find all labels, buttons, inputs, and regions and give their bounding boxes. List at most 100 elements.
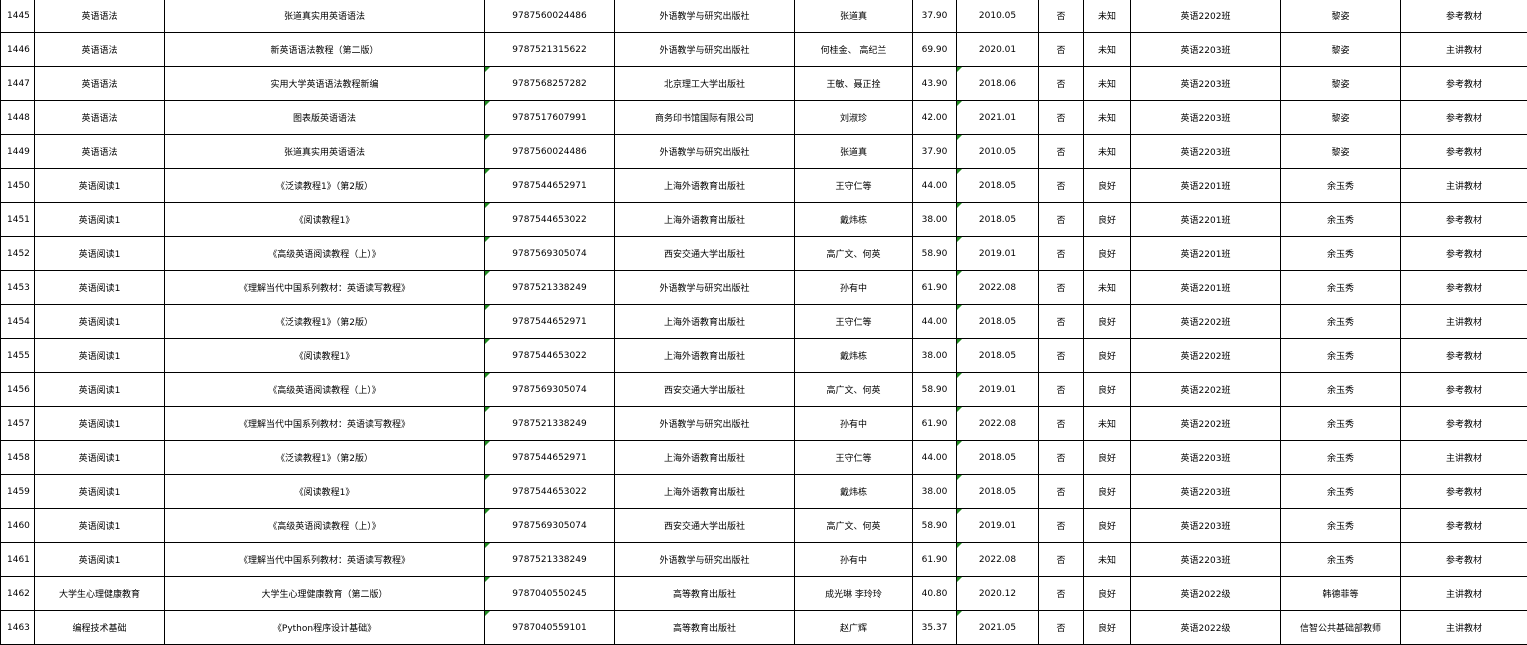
- publisher-cell[interactable]: 北京理工大学出版社: [615, 67, 795, 101]
- publisher-cell[interactable]: 西安交通大学出版社: [615, 509, 795, 543]
- author-cell[interactable]: 张道真: [795, 0, 913, 33]
- rating-cell[interactable]: 良好: [1084, 169, 1131, 203]
- price-cell[interactable]: 44.00: [913, 305, 957, 339]
- flag-cell[interactable]: 否: [1039, 475, 1084, 509]
- publish-date-cell[interactable]: 2022.08: [957, 271, 1039, 305]
- teacher-cell[interactable]: 黎姿: [1281, 33, 1401, 67]
- isbn-cell[interactable]: 9787560024486: [485, 0, 615, 33]
- book-title-cell[interactable]: 《高级英语阅读教程（上）》: [165, 509, 485, 543]
- price-cell[interactable]: 58.90: [913, 373, 957, 407]
- isbn-cell[interactable]: 9787568257282: [485, 67, 615, 101]
- publish-date-cell[interactable]: 2021.01: [957, 101, 1039, 135]
- course-name-cell[interactable]: 英语语法: [35, 135, 165, 169]
- book-title-cell[interactable]: 《理解当代中国系列教材：英语读写教程》: [165, 407, 485, 441]
- book-title-cell[interactable]: 《阅读教程1》: [165, 203, 485, 237]
- rating-cell[interactable]: 良好: [1084, 611, 1131, 645]
- author-cell[interactable]: 王敏、聂正拴: [795, 67, 913, 101]
- isbn-cell[interactable]: 9787040550245: [485, 577, 615, 611]
- teacher-cell[interactable]: 信智公共基础部教师: [1281, 611, 1401, 645]
- price-cell[interactable]: 43.90: [913, 67, 957, 101]
- material-type-cell[interactable]: 主讲教材: [1401, 169, 1527, 203]
- price-cell[interactable]: 35.37: [913, 611, 957, 645]
- price-cell[interactable]: 40.80: [913, 577, 957, 611]
- price-cell[interactable]: 37.90: [913, 135, 957, 169]
- isbn-cell[interactable]: 9787517607991: [485, 101, 615, 135]
- row-number-cell[interactable]: 1462: [1, 577, 35, 611]
- teacher-cell[interactable]: 余玉秀: [1281, 237, 1401, 271]
- rating-cell[interactable]: 良好: [1084, 305, 1131, 339]
- publish-date-cell[interactable]: 2018.05: [957, 475, 1039, 509]
- rating-cell[interactable]: 未知: [1084, 407, 1131, 441]
- table-row[interactable]: 1459英语阅读1《阅读教程1》9787544653022上海外语教育出版社戴炜…: [1, 475, 1527, 509]
- publish-date-cell[interactable]: 2018.05: [957, 339, 1039, 373]
- book-title-cell[interactable]: 《阅读教程1》: [165, 475, 485, 509]
- class-name-cell[interactable]: 英语2022级: [1131, 577, 1281, 611]
- course-name-cell[interactable]: 英语阅读1: [35, 339, 165, 373]
- teacher-cell[interactable]: 余玉秀: [1281, 509, 1401, 543]
- book-title-cell[interactable]: 《泛读教程1》（第2版）: [165, 169, 485, 203]
- material-type-cell[interactable]: 参考教材: [1401, 101, 1527, 135]
- rating-cell[interactable]: 良好: [1084, 577, 1131, 611]
- course-name-cell[interactable]: 英语阅读1: [35, 169, 165, 203]
- author-cell[interactable]: 张道真: [795, 135, 913, 169]
- author-cell[interactable]: 成光琳 李玲玲: [795, 577, 913, 611]
- isbn-cell[interactable]: 9787521338249: [485, 407, 615, 441]
- material-type-cell[interactable]: 参考教材: [1401, 339, 1527, 373]
- teacher-cell[interactable]: 韩德菲等: [1281, 577, 1401, 611]
- price-cell[interactable]: 69.90: [913, 33, 957, 67]
- course-name-cell[interactable]: 英语阅读1: [35, 543, 165, 577]
- rating-cell[interactable]: 未知: [1084, 271, 1131, 305]
- author-cell[interactable]: 高广文、何英: [795, 237, 913, 271]
- row-number-cell[interactable]: 1453: [1, 271, 35, 305]
- material-type-cell[interactable]: 主讲教材: [1401, 577, 1527, 611]
- table-row[interactable]: 1457英语阅读1《理解当代中国系列教材：英语读写教程》978752133824…: [1, 407, 1527, 441]
- isbn-cell[interactable]: 9787544652971: [485, 169, 615, 203]
- row-number-cell[interactable]: 1449: [1, 135, 35, 169]
- table-row[interactable]: 1445英语语法张道真实用英语语法9787560024486外语教学与研究出版社…: [1, 0, 1527, 33]
- row-number-cell[interactable]: 1450: [1, 169, 35, 203]
- flag-cell[interactable]: 否: [1039, 203, 1084, 237]
- publish-date-cell[interactable]: 2018.05: [957, 169, 1039, 203]
- book-title-cell[interactable]: 《高级英语阅读教程（上）》: [165, 373, 485, 407]
- book-title-cell[interactable]: 《理解当代中国系列教材：英语读写教程》: [165, 271, 485, 305]
- course-name-cell[interactable]: 英语语法: [35, 0, 165, 33]
- publisher-cell[interactable]: 西安交通大学出版社: [615, 237, 795, 271]
- teacher-cell[interactable]: 余玉秀: [1281, 271, 1401, 305]
- publisher-cell[interactable]: 上海外语教育出版社: [615, 339, 795, 373]
- publish-date-cell[interactable]: 2010.05: [957, 0, 1039, 33]
- isbn-cell[interactable]: 9787569305074: [485, 509, 615, 543]
- rating-cell[interactable]: 良好: [1084, 237, 1131, 271]
- teacher-cell[interactable]: 余玉秀: [1281, 203, 1401, 237]
- class-name-cell[interactable]: 英语2203班: [1131, 475, 1281, 509]
- rating-cell[interactable]: 未知: [1084, 67, 1131, 101]
- price-cell[interactable]: 44.00: [913, 441, 957, 475]
- table-row[interactable]: 1446英语语法新英语语法教程（第二版）9787521315622外语教学与研究…: [1, 33, 1527, 67]
- author-cell[interactable]: 王守仁等: [795, 305, 913, 339]
- row-number-cell[interactable]: 1461: [1, 543, 35, 577]
- author-cell[interactable]: 高广文、何英: [795, 509, 913, 543]
- publisher-cell[interactable]: 上海外语教育出版社: [615, 169, 795, 203]
- material-type-cell[interactable]: 主讲教材: [1401, 305, 1527, 339]
- author-cell[interactable]: 刘淑珍: [795, 101, 913, 135]
- publish-date-cell[interactable]: 2020.12: [957, 577, 1039, 611]
- row-number-cell[interactable]: 1455: [1, 339, 35, 373]
- flag-cell[interactable]: 否: [1039, 67, 1084, 101]
- flag-cell[interactable]: 否: [1039, 509, 1084, 543]
- class-name-cell[interactable]: 英语2202班: [1131, 339, 1281, 373]
- publisher-cell[interactable]: 外语教学与研究出版社: [615, 0, 795, 33]
- rating-cell[interactable]: 良好: [1084, 339, 1131, 373]
- flag-cell[interactable]: 否: [1039, 0, 1084, 33]
- isbn-cell[interactable]: 9787521338249: [485, 271, 615, 305]
- row-number-cell[interactable]: 1445: [1, 0, 35, 33]
- isbn-cell[interactable]: 9787560024486: [485, 135, 615, 169]
- price-cell[interactable]: 58.90: [913, 237, 957, 271]
- teacher-cell[interactable]: 余玉秀: [1281, 543, 1401, 577]
- publish-date-cell[interactable]: 2018.05: [957, 441, 1039, 475]
- course-name-cell[interactable]: 英语阅读1: [35, 237, 165, 271]
- teacher-cell[interactable]: 余玉秀: [1281, 373, 1401, 407]
- table-row[interactable]: 1453英语阅读1《理解当代中国系列教材：英语读写教程》978752133824…: [1, 271, 1527, 305]
- row-number-cell[interactable]: 1460: [1, 509, 35, 543]
- rating-cell[interactable]: 良好: [1084, 441, 1131, 475]
- rating-cell[interactable]: 良好: [1084, 203, 1131, 237]
- course-name-cell[interactable]: 英语阅读1: [35, 271, 165, 305]
